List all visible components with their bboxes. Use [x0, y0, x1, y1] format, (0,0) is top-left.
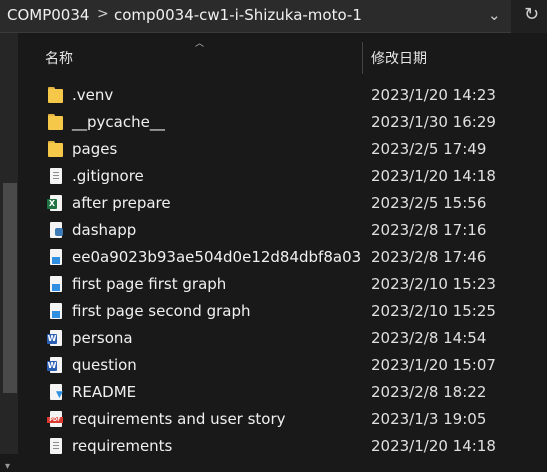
excel-file-icon: X [47, 194, 65, 213]
file-name: question [72, 356, 137, 374]
file-name: persona [72, 329, 133, 347]
file-date: 2023/2/10 15:23 [371, 275, 496, 293]
breadcrumb-comp0034[interactable]: COMP0034 [7, 6, 89, 24]
column-header-row [18, 33, 547, 73]
breadcrumb-current-folder[interactable]: comp0034-cw1-i-Shizuka-moto-1 [114, 6, 362, 24]
file-name: README [72, 383, 137, 401]
file-row-gitignore[interactable]: .gitignore 2023/1/20 14:18 [40, 163, 547, 190]
file-row-requirements-and-user-story[interactable]: PDF requirements and user story 2023/1/3… [40, 406, 547, 433]
file-date: 2023/2/8 17:16 [371, 221, 487, 239]
file-row-requirements[interactable]: requirements 2023/1/20 14:18 [40, 433, 547, 460]
file-row-persona[interactable]: W persona 2023/2/8 14:54 [40, 325, 547, 352]
file-name: after prepare [72, 194, 171, 212]
file-name: requirements [72, 437, 173, 455]
file-date: 2023/1/20 14:23 [371, 86, 496, 104]
folder-icon [47, 140, 65, 159]
file-name: first page second graph [72, 302, 251, 320]
chevron-down-icon[interactable]: ⌄ [488, 6, 501, 24]
file-name: requirements and user story [72, 410, 286, 428]
file-row-readme[interactable]: ▼ README 2023/2/8 18:22 [40, 379, 547, 406]
file-date: 2023/2/5 15:56 [371, 194, 487, 212]
folder-icon [47, 113, 65, 132]
image-file-icon [47, 248, 65, 267]
python-file-icon [47, 221, 65, 240]
file-date: 2023/2/8 17:46 [371, 248, 487, 266]
file-row-dashapp[interactable]: dashapp 2023/2/8 17:16 [40, 217, 547, 244]
refresh-icon[interactable]: ↻ [524, 4, 539, 25]
file-name: .venv [72, 86, 114, 104]
file-name: .gitignore [72, 167, 144, 185]
file-row-venv[interactable]: .venv 2023/1/20 14:23 [40, 82, 547, 109]
file-date: 2023/1/20 14:18 [371, 167, 496, 185]
file-row-image-hash[interactable]: ee0a9023b93ae504d0e12d84dbf8a03 2023/2/8… [40, 244, 547, 271]
file-date: 2023/2/5 17:49 [371, 140, 487, 158]
file-row-first-page-second-graph[interactable]: first page second graph 2023/2/10 15:25 [40, 298, 547, 325]
file-row-pages[interactable]: pages 2023/2/5 17:49 [40, 136, 547, 163]
word-file-icon: W [47, 329, 65, 348]
column-header-name[interactable]: 名称 [45, 48, 73, 68]
navigation-pane-scrollbar[interactable]: ▾ [0, 33, 18, 472]
word-file-icon: W [47, 356, 65, 375]
file-name: first page first graph [72, 275, 227, 293]
file-row-pycache[interactable]: __pycache__ 2023/1/30 16:29 [40, 109, 547, 136]
file-date: 2023/1/3 19:05 [371, 410, 487, 428]
pdf-file-icon: PDF [47, 410, 65, 429]
scrollbar-thumb[interactable] [3, 183, 17, 393]
file-row-question[interactable]: W question 2023/1/20 15:07 [40, 352, 547, 379]
image-file-icon [47, 275, 65, 294]
file-date: 2023/1/20 15:07 [371, 356, 496, 374]
markdown-file-icon: ▼ [47, 383, 65, 402]
breadcrumb-separator[interactable]: > [97, 6, 109, 22]
file-name: __pycache__ [72, 113, 165, 131]
file-name: ee0a9023b93ae504d0e12d84dbf8a03 [72, 248, 362, 266]
file-name: pages [72, 140, 118, 158]
file-name: dashapp [72, 221, 137, 239]
path-field[interactable]: COMP0034 > comp0034-cw1-i-Shizuka-moto-1… [0, 0, 511, 33]
folder-icon [47, 86, 65, 105]
column-header-date-modified[interactable]: 修改日期 [371, 48, 427, 68]
file-date: 2023/2/8 18:22 [371, 383, 487, 401]
file-row-after-prepare[interactable]: X after prepare 2023/2/5 15:56 [40, 190, 547, 217]
address-bar: COMP0034 > comp0034-cw1-i-Shizuka-moto-1… [0, 0, 547, 33]
scroll-down-icon[interactable]: ▾ [5, 461, 10, 472]
image-file-icon [47, 302, 65, 321]
text-file-icon [47, 167, 65, 186]
file-date: 2023/2/10 15:25 [371, 302, 496, 320]
file-date: 2023/1/20 14:18 [371, 437, 496, 455]
file-row-first-page-first-graph[interactable]: first page first graph 2023/2/10 15:23 [40, 271, 547, 298]
file-date: 2023/1/30 16:29 [371, 113, 496, 131]
file-date: 2023/2/8 14:54 [371, 329, 487, 347]
sort-ascending-icon: ︿ [195, 39, 205, 49]
text-file-icon [47, 437, 65, 456]
column-divider[interactable] [362, 42, 363, 74]
